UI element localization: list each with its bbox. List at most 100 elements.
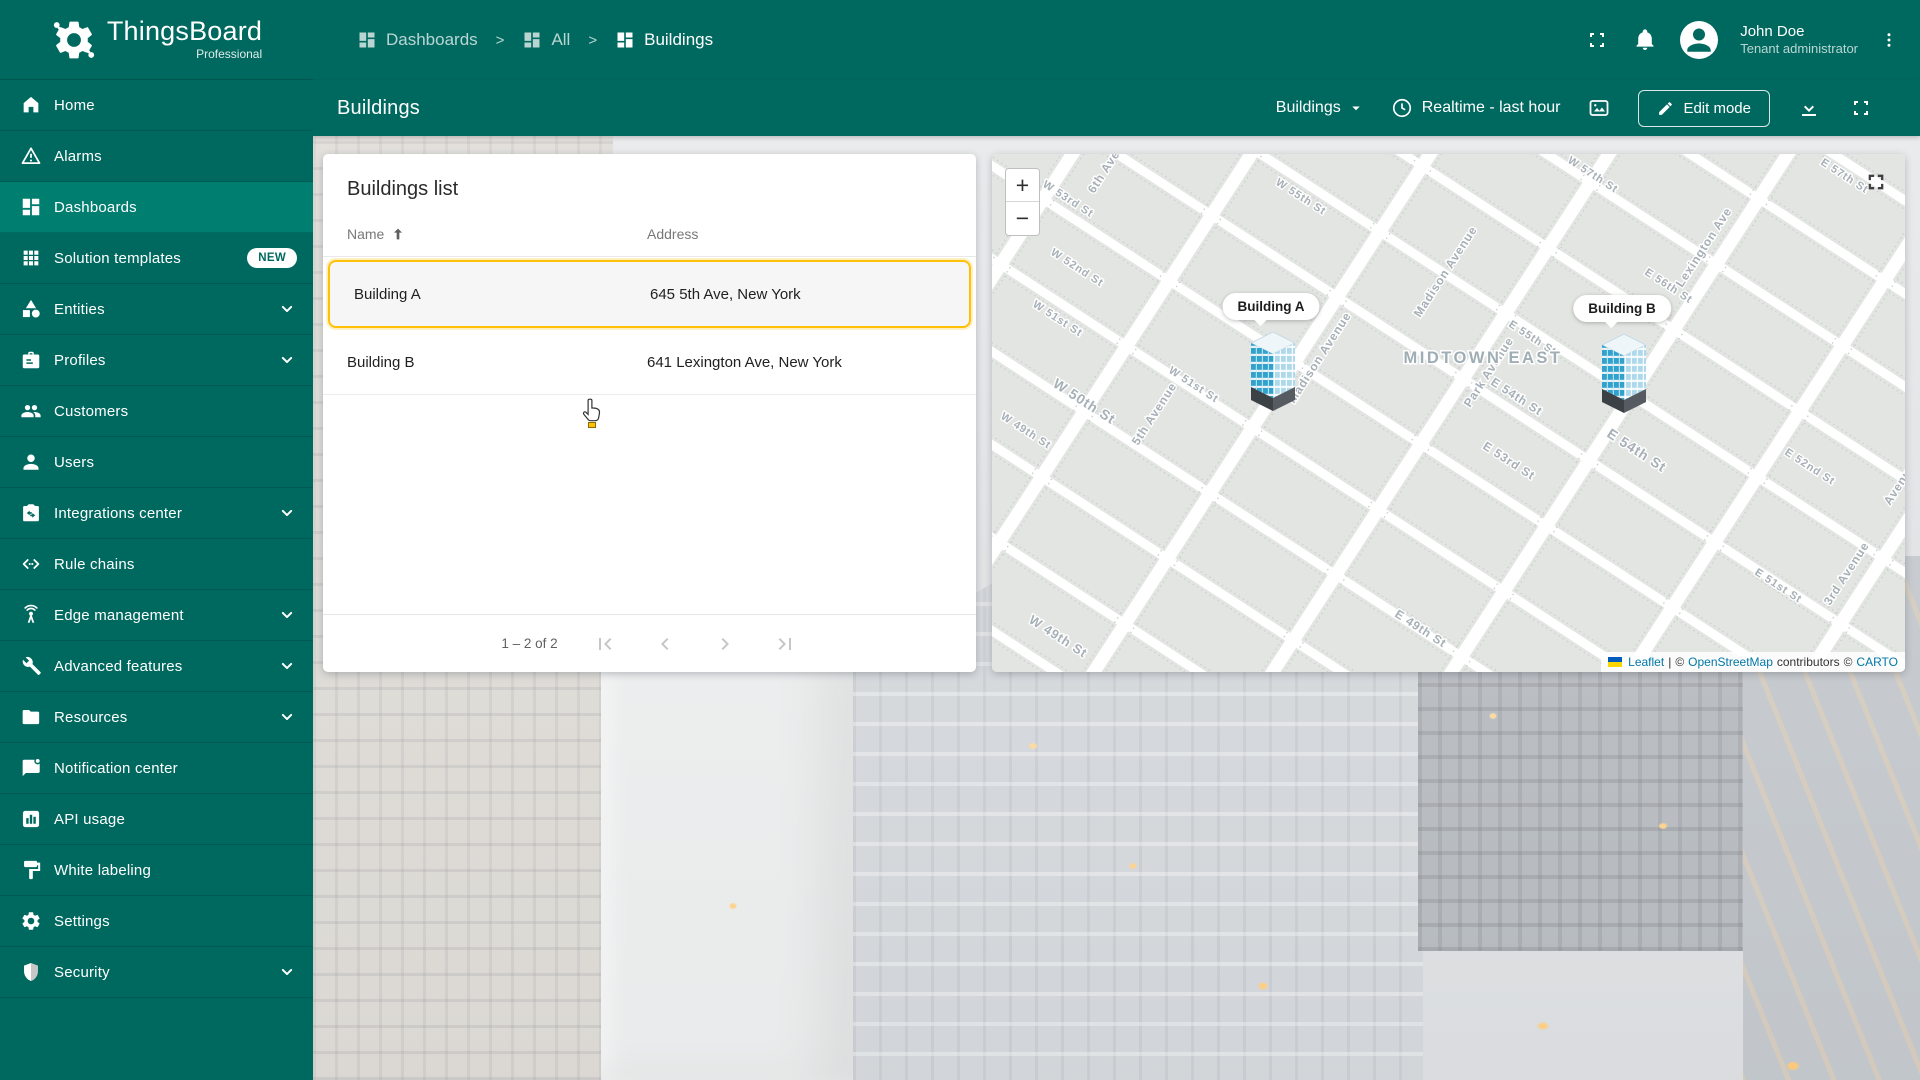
chevron-down-icon [277,350,297,370]
osm-link[interactable]: OpenStreetMap [1688,655,1773,669]
sidebar-item-integrations-center[interactable]: Integrations center [0,488,313,539]
paint-icon [20,859,42,881]
bar-chart-icon [20,808,42,830]
zoom-out-button[interactable]: − [1006,202,1039,235]
sidebar-item-resources[interactable]: Resources [0,692,313,743]
user-role: Tenant administrator [1740,41,1858,57]
map-fullscreen-icon[interactable] [1865,171,1887,193]
sidebar-item-security[interactable]: Security [0,947,313,998]
cell-name: Building B [347,354,647,371]
sidebar-item-notification-center[interactable]: Notification center [0,743,313,794]
column-header-address[interactable]: Address [647,226,698,242]
map-widget[interactable]: W 53rd StW 55th StW 57th StE 57th StE 56… [992,154,1905,672]
thingsboard-logo-icon [51,17,97,63]
zoom-in-button[interactable]: + [1006,169,1039,202]
sidebar-item-label: Customers [54,403,128,420]
user-avatar[interactable] [1680,21,1718,59]
alarm-icon [20,145,42,167]
sidebar-item-label: Profiles [54,352,106,369]
sidebar-item-settings[interactable]: Settings [0,896,313,947]
building-3d-marker-icon[interactable] [1602,334,1646,425]
sidebar-item-customers[interactable]: Customers [0,386,313,437]
breadcrumb-item-all[interactable]: All [522,30,570,50]
ukraine-flag-icon [1608,657,1622,667]
brand-logo[interactable]: ThingsBoard Professional [0,0,313,80]
antenna-icon [20,604,42,626]
timewindow-button[interactable]: Realtime - last hour [1391,97,1561,119]
dashboard-icon [20,196,42,218]
apps-grid-icon [20,247,42,269]
dashboard-content: Buildings list Name Address Building A64… [313,136,1920,1080]
breadcrumb: Dashboards>All>Buildings [357,30,713,50]
sidebar-item-solution-templates[interactable]: Solution templatesNEW [0,233,313,284]
table-paginator: 1 – 2 of 2 [323,614,976,672]
dashboard-icon [615,30,635,50]
sidebar-item-home[interactable]: Home [0,80,313,131]
map-zoom-control: + − [1005,168,1040,236]
last-page-icon[interactable] [772,631,798,657]
map-attribution: Leaflet | © OpenStreetMap contributors ©… [1601,652,1905,672]
sidebar-item-label: Security [54,964,110,981]
table-row-building-a[interactable]: Building A645 5th Ave, New York [328,260,971,328]
map-marker-label-building-b[interactable]: Building B [1573,295,1671,322]
district-label: MIDTOWN EAST [1404,349,1563,367]
leaflet-link[interactable]: Leaflet [1628,655,1664,669]
breadcrumb-separator: > [490,32,511,49]
toolbar-fullscreen-icon[interactable] [1848,95,1874,121]
cell-address: 641 Lexington Ave, New York [647,354,842,371]
brand-name: ThingsBoard [107,18,262,45]
dashboard-image-icon[interactable] [1586,95,1612,121]
new-badge: NEW [247,248,297,268]
notifications-bell-icon[interactable] [1632,27,1658,53]
download-icon[interactable] [1796,95,1822,121]
first-page-icon[interactable] [592,631,618,657]
sidebar-item-dashboards[interactable]: Dashboards [0,182,313,233]
cell-address: 645 5th Ave, New York [650,286,801,303]
breadcrumb-item-buildings[interactable]: Buildings [615,30,713,50]
sidebar-item-edge-management[interactable]: Edge management [0,590,313,641]
chevron-down-icon [277,299,297,319]
column-header-name[interactable]: Name [347,226,647,242]
sidebar-item-api-usage[interactable]: API usage [0,794,313,845]
sidebar-item-label: Rule chains [54,556,135,573]
sidebar-item-label: Users [54,454,94,471]
chevron-down-icon [277,503,297,523]
leaflet-map[interactable]: W 53rd StW 55th StW 57th StE 57th StE 56… [992,154,1905,672]
sidebar-nav: Home Alarms DashboardsSolution templatesNE… [0,80,313,998]
rule-chain-icon [20,553,42,575]
paginator-range-label: 1 – 2 of 2 [501,636,557,651]
chevron-down-icon [277,707,297,727]
clock-icon [1391,97,1413,119]
sidebar-item-rule-chains[interactable]: Rule chains [0,539,313,590]
sidebar-item-label: Edge management [54,607,184,624]
sidebar-item-label: Alarms [54,148,102,165]
sidebar-item-label: Advanced features [54,658,182,675]
edit-mode-button[interactable]: Edit mode [1638,90,1770,127]
next-page-icon[interactable] [712,631,738,657]
sidebar-item-label: Resources [54,709,128,726]
sidebar-item-alarms[interactable]: Alarms [0,131,313,182]
building-3d-marker-icon[interactable] [1251,332,1295,423]
sidebar-item-users[interactable]: Users [0,437,313,488]
map-marker-label-building-a[interactable]: Building A [1223,293,1320,320]
prev-page-icon[interactable] [652,631,678,657]
sidebar-item-profiles[interactable]: Profiles [0,335,313,386]
timewindow-label: Realtime - last hour [1422,99,1561,117]
carto-link[interactable]: CARTO [1856,655,1898,669]
breadcrumb-item-dashboards[interactable]: Dashboards [357,30,478,50]
sidebar-item-label: API usage [54,811,125,828]
sidebar-item-entities[interactable]: Entities [0,284,313,335]
table-row-building-b[interactable]: Building B641 Lexington Ave, New York [323,331,976,395]
fullscreen-icon[interactable] [1584,27,1610,53]
home-icon [20,94,42,116]
sidebar-item-label: Notification center [54,760,178,777]
table-body: Building A645 5th Ave, New YorkBuilding … [323,257,976,614]
kebab-menu-icon[interactable] [1880,27,1898,53]
folder-icon [20,706,42,728]
dashboard-state-select[interactable]: Buildings [1276,99,1365,117]
people-icon [20,400,42,422]
user-menu[interactable]: John Doe Tenant administrator [1740,23,1858,58]
sidebar-item-white-labeling[interactable]: White labeling [0,845,313,896]
gear-icon [20,910,42,932]
sidebar-item-advanced-features[interactable]: Advanced features [0,641,313,692]
